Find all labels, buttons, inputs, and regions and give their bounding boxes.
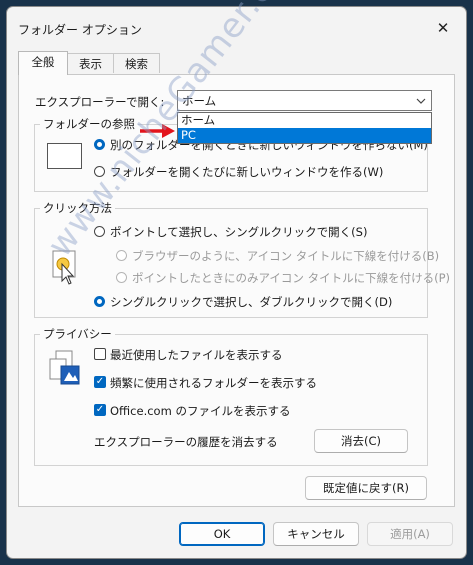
tab-search[interactable]: 検索 [113, 53, 160, 73]
click-method-title: クリック方法 [40, 200, 115, 216]
dropdown-option-pc[interactable]: PC [178, 128, 431, 143]
frequent-folders-checkbox[interactable]: ✓ [94, 376, 106, 388]
ok-button[interactable]: OK [179, 522, 265, 546]
folder-browse-title: フォルダーの参照 [40, 116, 138, 132]
explorer-open-dropdown: ホーム PC [177, 112, 432, 144]
recent-files-checkbox[interactable] [94, 348, 106, 360]
clear-history-label: エクスプローラーの履歴を消去する [94, 435, 278, 449]
folder-same-window-radio[interactable] [94, 139, 105, 150]
office-files-label: Office.com のファイルを表示する [110, 404, 291, 418]
folder-new-window-radio[interactable] [94, 166, 105, 177]
restore-defaults-button[interactable]: 既定値に戻す(R) [305, 476, 427, 500]
tab-general[interactable]: 全般 [18, 51, 68, 75]
frequent-folders-label: 頻繁に使用されるフォルダーを表示する [110, 376, 317, 390]
explorer-open-value: ホーム [182, 94, 217, 108]
single-click-label: ポイントして選択し、シングルクリックで開く(S) [110, 225, 368, 239]
clear-history-button[interactable]: 消去(C) [314, 429, 408, 453]
office-files-checkbox[interactable]: ✓ [94, 404, 106, 416]
red-arrow-icon [140, 124, 175, 138]
privacy-title: プライバシー [40, 326, 115, 342]
underline-always-label: ブラウザーのように、アイコン タイトルに下線を付ける(B) [132, 249, 440, 263]
folder-new-window-label: フォルダーを開くたびに新しいウィンドウを作る(W) [110, 165, 384, 179]
recent-files-label: 最近使用したファイルを表示する [110, 348, 283, 362]
single-click-radio[interactable] [94, 226, 105, 237]
apply-button[interactable]: 適用(A) [367, 522, 453, 546]
double-click-radio[interactable] [94, 296, 105, 307]
underline-hover-label: ポイントしたときにのみアイコン タイトルに下線を付ける(P) [132, 271, 450, 285]
cursor-click-icon [52, 250, 76, 285]
cancel-button[interactable]: キャンセル [273, 522, 359, 546]
window-title: フォルダー オプション [18, 23, 142, 37]
window-preview-icon [47, 143, 82, 169]
tab-view[interactable]: 表示 [67, 53, 114, 73]
underline-hover-radio[interactable] [116, 272, 127, 283]
explorer-open-label: エクスプローラーで開く: [35, 95, 165, 109]
underline-always-radio[interactable] [116, 250, 127, 261]
explorer-open-select[interactable]: ホーム [177, 90, 432, 111]
double-click-label: シングルクリックで選択し、ダブルクリックで開く(D) [110, 295, 393, 309]
chevron-down-icon [416, 98, 426, 104]
dropdown-option-home[interactable]: ホーム [178, 113, 431, 128]
close-icon[interactable]: ✕ [432, 18, 454, 38]
documents-icon [49, 350, 80, 385]
